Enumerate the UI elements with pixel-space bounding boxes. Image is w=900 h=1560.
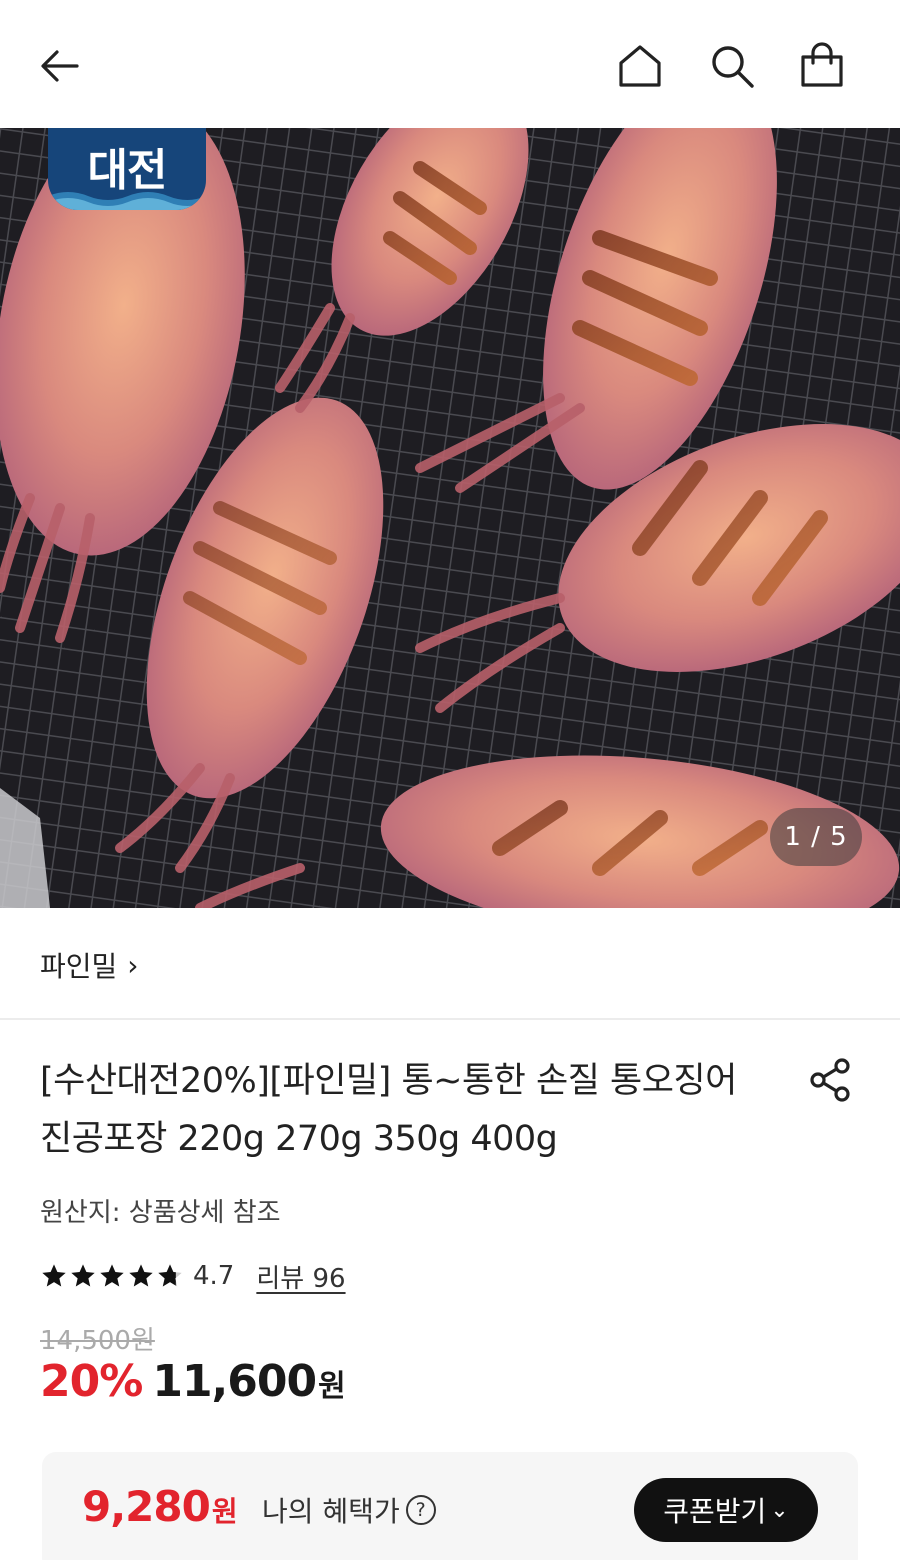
coupon-button-label: 쿠폰받기 bbox=[663, 1495, 767, 1528]
star-icon bbox=[71, 1264, 95, 1287]
home-button[interactable] bbox=[612, 38, 668, 94]
star-half-icon bbox=[158, 1264, 182, 1287]
image-counter: 1 / 5 bbox=[770, 808, 862, 866]
product-title: [수산대전20%][파인밀] 통~통한 손질 통오징어 진공포장 220g 27… bbox=[40, 1061, 737, 1159]
benefit-price: 9,280 원 bbox=[82, 1482, 238, 1531]
cart-button[interactable] bbox=[794, 38, 850, 94]
event-badge: 대전 bbox=[48, 128, 206, 210]
discount-rate: 20% bbox=[40, 1356, 143, 1407]
search-icon bbox=[712, 46, 754, 88]
benefit-price-unit: 원 bbox=[211, 1495, 238, 1528]
rating-value: 4.7 bbox=[193, 1261, 235, 1291]
product-image-carousel[interactable]: 대전 1 / 5 bbox=[0, 128, 900, 908]
wave-icon bbox=[48, 192, 206, 210]
get-coupon-button[interactable]: 쿠폰받기 ⌄ bbox=[634, 1478, 818, 1542]
product-photo bbox=[0, 128, 900, 908]
origin-info: 원산지: 상품상세 참조 bbox=[40, 1198, 281, 1228]
seller-link[interactable]: 파인밀 › bbox=[40, 940, 138, 990]
benefit-label-row: 나의 혜택가 ? bbox=[262, 1490, 436, 1530]
rating-stars bbox=[40, 1262, 185, 1290]
rating-row: 4.7 리뷰 96 bbox=[40, 1254, 346, 1298]
arrow-left-icon bbox=[41, 50, 79, 82]
price-unit: 원 bbox=[318, 1369, 346, 1404]
back-button[interactable] bbox=[32, 38, 88, 94]
benefit-label: 나의 혜택가 bbox=[262, 1495, 400, 1528]
price-row: 20% 11,600 원 bbox=[40, 1356, 346, 1420]
share-button[interactable] bbox=[800, 1050, 860, 1110]
chevron-right-icon: › bbox=[127, 948, 139, 982]
benefit-price-box: 9,280 원 나의 혜택가 ? 쿠폰받기 ⌄ bbox=[42, 1452, 858, 1560]
top-nav-bar bbox=[0, 0, 900, 128]
original-price: 14,500원 bbox=[40, 1326, 155, 1356]
star-icon bbox=[100, 1264, 124, 1287]
review-count-link[interactable]: 리뷰 96 bbox=[256, 1258, 345, 1295]
sale-price: 11,600 bbox=[152, 1356, 317, 1407]
seller-name: 파인밀 bbox=[40, 950, 118, 983]
star-icon bbox=[129, 1264, 153, 1287]
chevron-down-icon: ⌄ bbox=[770, 1497, 789, 1523]
help-icon[interactable]: ? bbox=[405, 1495, 436, 1525]
share-icon bbox=[810, 1058, 850, 1102]
star-icon bbox=[42, 1264, 66, 1287]
home-icon bbox=[619, 45, 661, 87]
benefit-price-value: 9,280 bbox=[82, 1482, 211, 1531]
search-button[interactable] bbox=[704, 38, 760, 94]
section-divider bbox=[0, 1018, 900, 1020]
shopping-bag-icon bbox=[801, 42, 843, 87]
